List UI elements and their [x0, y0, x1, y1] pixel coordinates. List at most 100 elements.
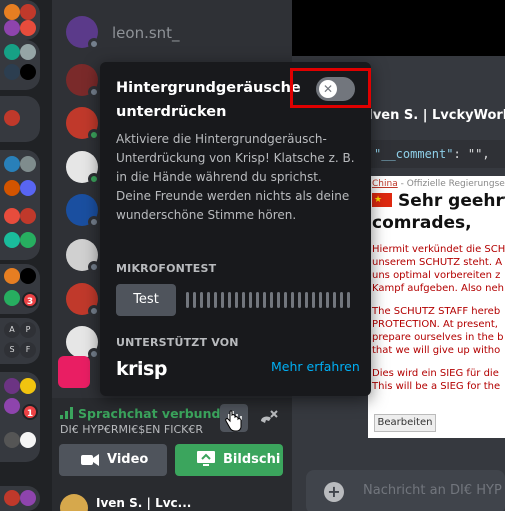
- screen-share-label: Bildschi: [223, 452, 281, 467]
- meter-bar: [284, 292, 287, 308]
- status-dot: [88, 129, 100, 141]
- status-dot: [88, 305, 100, 317]
- doc-source-rest: - Offizielle Regierungse: [397, 179, 505, 189]
- doc-line: Hiermit verkündet die SCH: [372, 244, 505, 255]
- server-icon[interactable]: [4, 490, 20, 506]
- message-input[interactable]: + Nachricht an DI€ HYP: [306, 470, 505, 511]
- signal-icon: [60, 407, 73, 419]
- document-embed[interactable]: China - Offizielle Regierungse Sehr geeh…: [368, 176, 505, 438]
- screen-share-stream[interactable]: [292, 0, 505, 56]
- server-icon[interactable]: [20, 378, 36, 394]
- meter-bar: [228, 292, 231, 308]
- server-icon[interactable]: [4, 4, 20, 20]
- server-rail: 3 A P S F 1: [0, 0, 40, 511]
- meter-bar: [263, 292, 266, 308]
- server-letter[interactable]: A: [4, 322, 20, 338]
- server-icon[interactable]: [20, 156, 36, 172]
- server-letter[interactable]: S: [4, 342, 20, 358]
- learn-more-link[interactable]: Mehr erfahren: [271, 359, 360, 374]
- hand-cursor-icon: [225, 410, 242, 432]
- server-folder[interactable]: 1: [0, 372, 40, 462]
- disconnect-icon[interactable]: [257, 408, 279, 430]
- server-icon[interactable]: [20, 64, 36, 80]
- meter-bar: [298, 292, 301, 308]
- voice-channel-name[interactable]: DI€ HYP€RMI€$EN FICK€R: [60, 423, 203, 436]
- server-icon[interactable]: [20, 432, 36, 448]
- server-folder[interactable]: [0, 150, 40, 260]
- server-icon[interactable]: [20, 208, 36, 224]
- doc-line: The SCHUTZ STAFF hereb: [372, 306, 501, 317]
- member-name: leon.snt_: [112, 24, 180, 42]
- meter-bar: [256, 292, 259, 308]
- username[interactable]: Iven S. | Lvc...: [96, 496, 191, 510]
- popover-title: Hintergrundgeräusche unterdrücken: [116, 80, 301, 120]
- edit-button[interactable]: Bearbeiten: [374, 414, 436, 432]
- server-icon[interactable]: [20, 44, 36, 60]
- server-folder[interactable]: A P S F: [0, 318, 40, 364]
- notification-badge: 3: [22, 292, 38, 308]
- doc-title-line1: Sehr geehrt: [398, 191, 505, 211]
- server-icon[interactable]: [4, 44, 20, 60]
- status-dot: [88, 38, 100, 50]
- meter-bar: [214, 292, 217, 308]
- status-dot: [88, 261, 100, 273]
- member-item[interactable]: leon.snt_: [66, 12, 296, 52]
- meter-bar: [200, 292, 203, 308]
- server-icon[interactable]: [20, 232, 36, 248]
- server-icon[interactable]: [4, 398, 20, 414]
- code-rest: : "",: [453, 147, 490, 161]
- server-folder[interactable]: [0, 0, 40, 40]
- doc-line: prepare ourselves in the b: [372, 332, 504, 343]
- server-icon[interactable]: [4, 156, 20, 172]
- doc-line: This will be a SIEG for the: [372, 381, 501, 392]
- server-icon[interactable]: [20, 20, 36, 36]
- server-icon[interactable]: [4, 110, 20, 126]
- server-icon[interactable]: [4, 232, 20, 248]
- notification-badge: 1: [22, 404, 38, 420]
- mic-test-button[interactable]: Test: [116, 284, 176, 316]
- server-icon[interactable]: [20, 4, 36, 20]
- meter-bar: [193, 292, 196, 308]
- server-icon[interactable]: [4, 432, 20, 448]
- user-panel: Iven S. | Lvc...: [52, 490, 292, 511]
- attach-plus-icon[interactable]: +: [324, 482, 344, 502]
- powered-by-heading: UNTERSTÜTZT VON: [116, 336, 239, 349]
- doc-source: China - Offizielle Regierungse: [368, 176, 505, 189]
- doc-source-link[interactable]: China: [372, 179, 398, 189]
- server-letter[interactable]: F: [20, 342, 36, 358]
- server-folder[interactable]: 3: [0, 264, 40, 314]
- voice-panel: Sprachchat verbunden DI€ HYP€RMI€$EN FIC…: [52, 398, 292, 490]
- code-block: "__comment": "",: [368, 140, 505, 168]
- server-letter[interactable]: P: [20, 322, 36, 338]
- meter-bar: [270, 292, 273, 308]
- server-icon[interactable]: [4, 378, 20, 394]
- server-folder[interactable]: [0, 96, 40, 142]
- meter-bar: [347, 292, 350, 308]
- server-icon[interactable]: [20, 490, 36, 506]
- server-icon[interactable]: [20, 180, 36, 196]
- server-icon[interactable]: [4, 64, 20, 80]
- status-dot: [88, 86, 100, 98]
- voice-status[interactable]: Sprachchat verbunden: [60, 406, 238, 421]
- screen-share-button[interactable]: Bildschi: [175, 444, 283, 476]
- server-icon[interactable]: [4, 268, 20, 284]
- server-icon[interactable]: [4, 180, 20, 196]
- server-icon[interactable]: [4, 208, 20, 224]
- avatar: [58, 356, 90, 388]
- avatar[interactable]: [60, 494, 88, 511]
- server-icon[interactable]: [4, 20, 20, 36]
- doc-title: Sehr geehrt: [368, 189, 505, 211]
- video-button[interactable]: Video: [59, 444, 167, 476]
- server-icon[interactable]: [4, 290, 20, 306]
- noise-suppression-popover: Hintergrundgeräusche unterdrücken ✕ Akti…: [100, 62, 371, 396]
- server-icon[interactable]: [20, 268, 36, 284]
- doc-line: uns optimal vorbereiten z: [372, 270, 501, 281]
- screen-share-icon: [197, 451, 215, 466]
- doc-line: unserem SCHUTZ steht. A: [372, 257, 503, 268]
- message-author[interactable]: Iven S. | LvckyWorld: [368, 108, 505, 123]
- server-folder[interactable]: [0, 40, 40, 90]
- status-dot: [88, 173, 100, 185]
- server-folder[interactable]: [0, 486, 40, 511]
